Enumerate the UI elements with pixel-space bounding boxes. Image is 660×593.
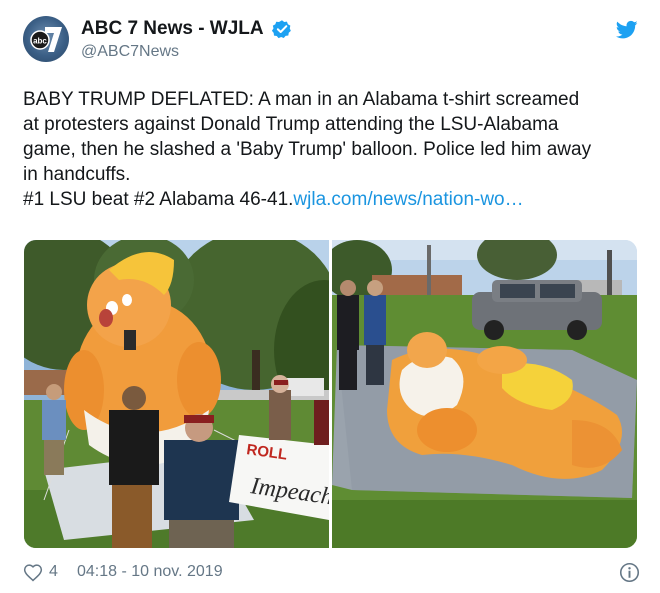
like-count: 4: [49, 563, 58, 580]
account-handle[interactable]: @ABC7News: [81, 43, 292, 61]
tweet-text-line: game, then he slashed a 'Baby Trump' bal…: [23, 139, 592, 160]
display-name[interactable]: ABC 7 News - WJLA: [81, 18, 264, 40]
photo-balloon-protest[interactable]: ROLL Impeach: [24, 240, 329, 548]
tweet-media: ROLL Impeach: [24, 240, 637, 548]
heart-icon[interactable]: [23, 563, 43, 582]
tweet-text-line: in handcuffs.: [23, 164, 131, 185]
account-names: ABC 7 News - WJLA @ABC7News: [81, 18, 292, 61]
tweet-header: abc ABC 7 News - WJLA @ABC7News: [23, 12, 640, 64]
tweet-text-score-line: #1 LSU beat #2 Alabama 46-41.wjla.com/ne…: [23, 187, 643, 212]
info-icon[interactable]: [619, 562, 640, 583]
tweet-card: abc ABC 7 News - WJLA @ABC7News BABY TRU…: [0, 0, 660, 593]
tweet-timestamp[interactable]: 04:18 - 10 nov. 2019: [77, 563, 223, 581]
abc7-logo-icon: abc: [30, 27, 62, 52]
verified-badge-icon: [272, 20, 291, 39]
score-text: #1 LSU beat #2 Alabama 46-41.: [23, 189, 294, 210]
tweet-text-line: at protesters against Donald Trump atten…: [23, 114, 559, 135]
photo-deflated-balloon[interactable]: [332, 240, 637, 548]
article-link[interactable]: wjla.com/news/nation-wo…: [293, 189, 523, 210]
tweet-text: BABY TRUMP DEFLATED: A man in an Alabama…: [23, 87, 643, 212]
tweet-footer: 4 04:18 - 10 nov. 2019: [23, 562, 640, 584]
tweet-text-line: BABY TRUMP DEFLATED: A man in an Alabama…: [23, 89, 580, 110]
twitter-bird-icon[interactable]: [616, 20, 638, 40]
avatar[interactable]: abc: [23, 16, 69, 62]
svg-text:abc: abc: [33, 37, 47, 46]
